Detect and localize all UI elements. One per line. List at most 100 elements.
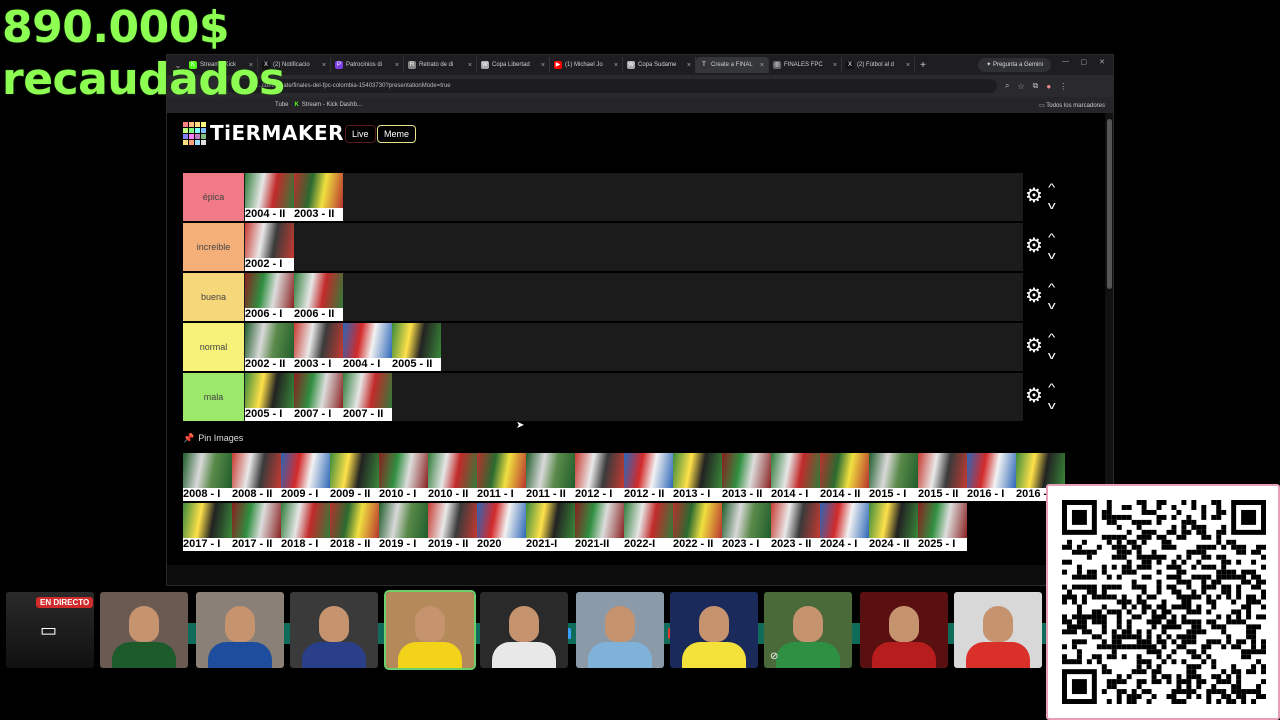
participant-tile[interactable] bbox=[290, 592, 378, 668]
final-card[interactable]: 2010 - II bbox=[428, 453, 477, 501]
final-card[interactable]: 2003 - II bbox=[294, 173, 343, 221]
browser-tab[interactable]: ▶ (1) Michael Jo × bbox=[550, 57, 623, 73]
final-card[interactable]: 2009 - II bbox=[330, 453, 379, 501]
participant-tile[interactable] bbox=[100, 592, 188, 668]
final-card[interactable]: 2006 - I bbox=[245, 273, 294, 321]
tiermaker-logo[interactable]: TiERMAKER bbox=[183, 121, 344, 145]
close-icon[interactable]: ✕ bbox=[1099, 58, 1105, 66]
chevron-down-icon[interactable]: v bbox=[1048, 351, 1056, 362]
chevron-down-icon[interactable]: v bbox=[1048, 201, 1056, 212]
live-button[interactable]: Live bbox=[345, 125, 376, 143]
final-card[interactable]: 2018 - I bbox=[281, 503, 330, 551]
tab-close-icon[interactable]: × bbox=[468, 62, 472, 69]
final-card[interactable]: 2005 - II bbox=[392, 323, 441, 371]
final-card[interactable]: 2002 - I bbox=[245, 223, 294, 271]
gear-icon[interactable]: ⚙ bbox=[1025, 385, 1043, 407]
final-card[interactable]: 2024 - I bbox=[820, 503, 869, 551]
participant-tile[interactable] bbox=[860, 592, 948, 668]
tier-label[interactable]: épica bbox=[183, 173, 244, 221]
participant-tile[interactable] bbox=[576, 592, 664, 668]
url-field[interactable]: ...com/create/finales-del-fpc-colombia-1… bbox=[227, 79, 997, 93]
final-card[interactable]: 2012 - I bbox=[575, 453, 624, 501]
final-card[interactable]: 2024 - II bbox=[869, 503, 918, 551]
final-card[interactable]: 2020 bbox=[477, 503, 526, 551]
chevron-down-icon[interactable]: v bbox=[1048, 251, 1056, 262]
chevron-up-icon[interactable]: ^ bbox=[1048, 233, 1055, 244]
final-card[interactable]: 2008 - II bbox=[232, 453, 281, 501]
gear-icon[interactable]: ⚙ bbox=[1025, 335, 1043, 357]
tier-label[interactable]: increible bbox=[183, 223, 244, 271]
participant-tile[interactable]: ⊘ bbox=[764, 592, 852, 668]
final-card[interactable]: 2021-II bbox=[575, 503, 624, 551]
final-card[interactable]: 2023 - I bbox=[722, 503, 771, 551]
final-card[interactable]: 2009 - I bbox=[281, 453, 330, 501]
participant-tile[interactable] bbox=[196, 592, 284, 668]
chevron-up-icon[interactable]: ^ bbox=[1048, 283, 1055, 294]
zoom-icon[interactable]: ⌕ bbox=[1005, 81, 1009, 91]
participant-tile[interactable] bbox=[954, 592, 1042, 668]
tab-close-icon[interactable]: × bbox=[614, 62, 618, 69]
maximize-icon[interactable]: ▢ bbox=[1080, 58, 1087, 66]
screen-share-tile[interactable]: EN DIRECTO ▭ bbox=[6, 592, 94, 668]
browser-tab[interactable]: X (2) Fútbol al d × bbox=[842, 57, 915, 73]
participant-tile[interactable] bbox=[670, 592, 758, 668]
participant-tile[interactable] bbox=[480, 592, 568, 668]
menu-icon[interactable]: ⋮ bbox=[1059, 82, 1067, 91]
chevron-up-icon[interactable]: ^ bbox=[1048, 183, 1055, 194]
profile-avatar-icon[interactable]: ● bbox=[1046, 82, 1051, 91]
final-card[interactable]: 2004 - I bbox=[343, 323, 392, 371]
final-card[interactable]: 2017 - II bbox=[232, 503, 281, 551]
browser-tab[interactable]: W Copa Sudame × bbox=[623, 57, 696, 73]
final-card[interactable]: 2023 - II bbox=[771, 503, 820, 551]
final-card[interactable]: 2013 - II bbox=[722, 453, 771, 501]
final-card[interactable]: 2019 - I bbox=[379, 503, 428, 551]
bookmark-kick[interactable]: Stream - Kick Dashb... bbox=[302, 102, 362, 108]
final-card[interactable]: 2021-I bbox=[526, 503, 575, 551]
browser-tab[interactable]: P Patrocinios di × bbox=[331, 57, 404, 73]
final-card[interactable]: 2004 - II bbox=[245, 173, 294, 221]
final-card[interactable]: 2015 - II bbox=[918, 453, 967, 501]
browser-tab[interactable]: R Retrato de di × bbox=[404, 57, 477, 73]
browser-tab[interactable]: ◎ FINALES FPC × bbox=[769, 57, 842, 73]
final-card[interactable]: 2016 - I bbox=[967, 453, 1016, 501]
final-card[interactable]: 2017 - I bbox=[183, 503, 232, 551]
tab-close-icon[interactable]: × bbox=[395, 62, 399, 69]
participant-tile[interactable] bbox=[384, 590, 476, 670]
final-card[interactable]: 2015 - I bbox=[869, 453, 918, 501]
final-card[interactable]: 2014 - II bbox=[820, 453, 869, 501]
extensions-icon[interactable]: ⧉ bbox=[1033, 81, 1039, 91]
meme-button[interactable]: Meme bbox=[377, 125, 417, 143]
final-card[interactable]: 2007 - II bbox=[343, 373, 392, 421]
final-card[interactable]: 2022 - II bbox=[673, 503, 722, 551]
star-icon[interactable]: ☆ bbox=[1017, 82, 1024, 91]
gear-icon[interactable]: ⚙ bbox=[1025, 185, 1043, 207]
scrollbar-thumb[interactable] bbox=[1107, 119, 1112, 289]
browser-tab[interactable]: T Create a FINAL × bbox=[696, 57, 769, 73]
final-card[interactable]: 2022-I bbox=[624, 503, 673, 551]
final-card[interactable]: 2018 - II bbox=[330, 503, 379, 551]
tier-label[interactable]: buena bbox=[183, 273, 244, 321]
final-card[interactable]: 2002 - II bbox=[245, 323, 294, 371]
final-card[interactable]: 2003 - I bbox=[294, 323, 343, 371]
tier-label[interactable]: mala bbox=[183, 373, 244, 421]
final-card[interactable]: 2025 - I bbox=[918, 503, 967, 551]
tab-close-icon[interactable]: × bbox=[687, 62, 691, 69]
pin-images[interactable]: 📌 Pin Images bbox=[183, 433, 243, 444]
final-card[interactable]: 2008 - I bbox=[183, 453, 232, 501]
new-tab-button[interactable]: + bbox=[915, 60, 931, 71]
minimize-icon[interactable]: — bbox=[1062, 58, 1069, 65]
final-card[interactable]: 2005 - I bbox=[245, 373, 294, 421]
tab-close-icon[interactable]: × bbox=[760, 62, 764, 69]
final-card[interactable]: 2011 - I bbox=[477, 453, 526, 501]
gear-icon[interactable]: ⚙ bbox=[1025, 235, 1043, 257]
final-card[interactable]: 2006 - II bbox=[294, 273, 343, 321]
all-bookmarks[interactable]: ▭ Todos los marcadores bbox=[1039, 102, 1105, 109]
chevron-down-icon[interactable]: v bbox=[1048, 301, 1056, 312]
final-card[interactable]: 2007 - I bbox=[294, 373, 343, 421]
gear-icon[interactable]: ⚙ bbox=[1025, 285, 1043, 307]
tab-close-icon[interactable]: × bbox=[906, 62, 910, 69]
final-card[interactable]: 2019 - II bbox=[428, 503, 477, 551]
tab-close-icon[interactable]: × bbox=[541, 62, 545, 69]
tab-close-icon[interactable]: × bbox=[833, 62, 837, 69]
final-card[interactable]: 2012 - II bbox=[624, 453, 673, 501]
